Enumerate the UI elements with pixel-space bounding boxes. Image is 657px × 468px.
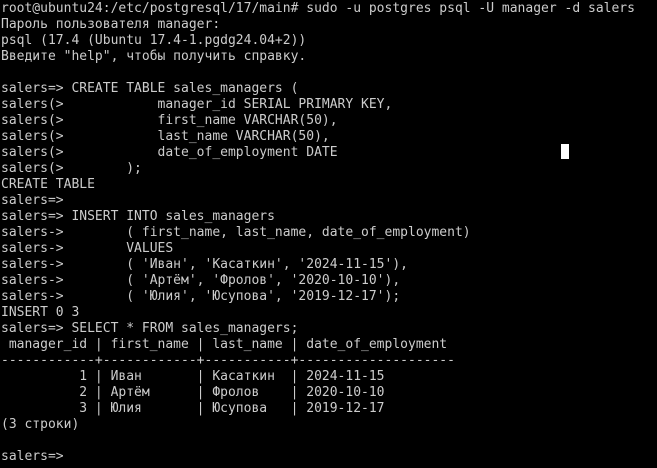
table-separator: ------------+------------+-----------+--… bbox=[1, 353, 455, 368]
terminal-line: salers=> SELECT * FROM sales_managers; bbox=[1, 321, 299, 336]
terminal-line: salers(> ); bbox=[1, 161, 142, 176]
table-row: 2 | Артём | Фролов | 2020-10-10 bbox=[1, 385, 385, 400]
terminal-line: salers-> ( 'Артём', 'Фролов', '2020-10-1… bbox=[1, 273, 401, 288]
table-row: 3 | Юлия | Юсупова | 2019-12-17 bbox=[1, 401, 385, 416]
terminal-line: INSERT 0 3 bbox=[1, 305, 80, 320]
terminal-line: salers=> bbox=[1, 193, 64, 208]
terminal-line: salers-> ( 'Иван', 'Касаткин', '2024-11-… bbox=[1, 257, 408, 272]
terminal-line: salers(> last_name VARCHAR(50), bbox=[1, 129, 330, 144]
terminal-line: psql (17.4 (Ubuntu 17.4-1.pgdg24.04+2)) bbox=[1, 33, 307, 48]
terminal-prompt[interactable]: salers=> bbox=[1, 449, 657, 465]
terminal-line: salers-> ( 'Юлия', 'Юсупова', '2019-12-1… bbox=[1, 289, 401, 304]
terminal-line: salers(> date_of_employment DATE bbox=[1, 145, 338, 160]
text-cursor bbox=[561, 144, 569, 159]
terminal-line: salers-> ( first_name, last_name, date_o… bbox=[1, 225, 471, 240]
terminal-line: salers-> VALUES bbox=[1, 241, 174, 256]
row-count: (3 строки) bbox=[1, 417, 80, 432]
terminal-line: salers(> first_name VARCHAR(50), bbox=[1, 113, 338, 128]
terminal-line: CREATE TABLE bbox=[1, 177, 95, 192]
table-header-row: manager_id | first_name | last_name | da… bbox=[1, 337, 448, 352]
terminal-line: salers=> INSERT INTO sales_managers bbox=[1, 209, 275, 224]
terminal-line: salers(> manager_id SERIAL PRIMARY KEY, bbox=[1, 97, 393, 112]
terminal-line: root@ubuntu24:/etc/postgresql/17/main# s… bbox=[1, 1, 635, 16]
terminal-window[interactable]: root@ubuntu24:/etc/postgresql/17/main# s… bbox=[0, 0, 657, 468]
terminal-line: salers=> CREATE TABLE sales_managers ( bbox=[1, 81, 299, 96]
table-row: 1 | Иван | Касаткин | 2024-11-15 bbox=[1, 369, 385, 384]
terminal-line: Введите "help", чтобы получить справку. bbox=[1, 49, 307, 64]
terminal-line: Пароль пользователя manager: bbox=[1, 17, 221, 32]
